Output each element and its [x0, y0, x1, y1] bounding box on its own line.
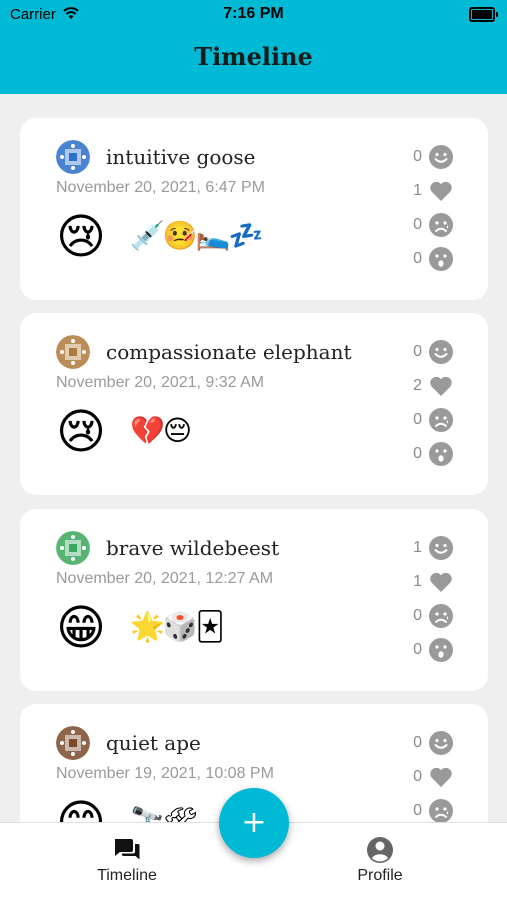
wow-reaction-button[interactable]: 0: [402, 637, 462, 665]
tab-timeline[interactable]: Timeline: [62, 823, 192, 901]
app-header: Carrier 7:16 PM Timeline: [0, 0, 507, 94]
sad-reaction-icon: [429, 799, 453, 822]
post-username[interactable]: quiet ape: [106, 731, 201, 755]
smile-reaction-button[interactable]: 0: [402, 730, 462, 758]
reaction-count: 1: [413, 573, 422, 590]
mood-emoji: 😢: [56, 209, 107, 265]
status-time: 7:16 PM: [223, 5, 284, 22]
wow-reaction-icon: [429, 442, 453, 466]
sad-reaction-icon: [429, 213, 453, 237]
activity-emojis: 💔😔: [130, 414, 192, 447]
timeline-feed[interactable]: intuitive goose November 20, 2021, 6:47 P…: [0, 94, 507, 822]
reaction-count: 0: [413, 343, 422, 360]
heart-reaction-icon: [430, 181, 452, 201]
reaction-count: 0: [413, 802, 422, 819]
person-icon: [367, 837, 393, 863]
reaction-count: 0: [413, 445, 422, 462]
post-date: November 19, 2021, 10:08 PM: [56, 765, 274, 782]
battery-icon: [469, 7, 498, 22]
sad-reaction-button[interactable]: 0: [402, 603, 462, 631]
heart-reaction-button[interactable]: 1: [402, 569, 462, 597]
sad-reaction-button[interactable]: 0: [402, 798, 462, 822]
reaction-count: 0: [413, 734, 422, 751]
mood-emoji: 😢: [56, 404, 107, 460]
sad-reaction-button[interactable]: 0: [402, 212, 462, 240]
reaction-count: 0: [413, 641, 422, 658]
post-date: November 20, 2021, 12:27 AM: [56, 570, 274, 587]
heart-reaction-icon: [430, 572, 452, 592]
reaction-count: 0: [413, 768, 422, 785]
wow-reaction-icon: [429, 638, 453, 662]
activity-emojis: 🔭🛠: [130, 805, 198, 823]
post-date: November 20, 2021, 9:32 AM: [56, 374, 265, 391]
reaction-count: 0: [413, 411, 422, 428]
smile-reaction-button[interactable]: 0: [402, 339, 462, 367]
post-card[interactable]: intuitive goose November 20, 2021, 6:47 P…: [20, 118, 488, 300]
sad-reaction-icon: [429, 604, 453, 628]
reaction-count: 2: [413, 377, 422, 394]
sad-reaction-button[interactable]: 0: [402, 407, 462, 435]
post-date: November 20, 2021, 6:47 PM: [56, 179, 266, 196]
post-card[interactable]: compassionate elephant November 20, 2021,…: [20, 313, 488, 495]
heart-reaction-icon: [430, 767, 452, 787]
tab-profile[interactable]: Profile: [315, 823, 445, 901]
post-username[interactable]: brave wildebeest: [106, 536, 279, 560]
smile-reaction-icon: [429, 536, 453, 560]
smile-reaction-icon: [429, 340, 453, 364]
sad-reaction-icon: [429, 408, 453, 432]
post-card[interactable]: brave wildebeest November 20, 2021, 12:27…: [20, 509, 488, 691]
post-username[interactable]: compassionate elephant: [106, 340, 352, 364]
smile-reaction-button[interactable]: 1: [402, 535, 462, 563]
activity-emojis: 💉🤒🛌💤: [130, 219, 263, 252]
smile-reaction-button[interactable]: 0: [402, 144, 462, 172]
wow-reaction-button[interactable]: 0: [402, 441, 462, 469]
mood-emoji: 😁: [56, 600, 107, 656]
heart-reaction-icon: [430, 376, 452, 396]
reaction-count: 1: [413, 539, 422, 556]
reaction-count: 0: [413, 607, 422, 624]
activity-emojis: 🌟🎲🃏: [130, 610, 224, 643]
tab-timeline-label: Timeline: [97, 867, 157, 884]
avatar[interactable]: [56, 531, 90, 565]
smile-reaction-icon: [429, 731, 453, 755]
smile-reaction-icon: [429, 145, 453, 169]
status-bar: Carrier 7:16 PM: [0, 0, 507, 30]
reaction-count: 0: [413, 148, 422, 165]
mood-emoji: 😊: [56, 799, 106, 822]
add-post-button[interactable]: +: [219, 788, 289, 858]
wow-reaction-button[interactable]: 0: [402, 246, 462, 274]
avatar[interactable]: [56, 140, 90, 174]
reaction-count: 0: [413, 216, 422, 233]
heart-reaction-button[interactable]: 0: [402, 764, 462, 792]
heart-reaction-button[interactable]: 2: [402, 373, 462, 401]
page-title: Timeline: [194, 42, 313, 71]
chat-icon: [115, 839, 140, 860]
reaction-count: 1: [413, 182, 422, 199]
post-username[interactable]: intuitive goose: [106, 145, 256, 169]
reaction-count: 0: [413, 250, 422, 267]
avatar[interactable]: [56, 335, 90, 369]
tab-profile-label: Profile: [357, 867, 403, 884]
heart-reaction-button[interactable]: 1: [402, 178, 462, 206]
wow-reaction-icon: [429, 247, 453, 271]
avatar[interactable]: [56, 726, 90, 760]
